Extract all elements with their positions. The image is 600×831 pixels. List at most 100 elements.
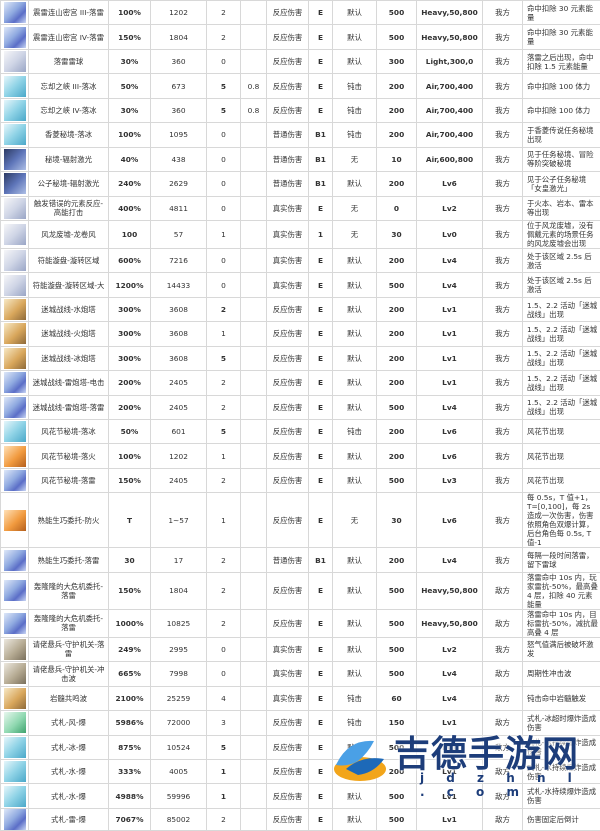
- cell-element-flag: E: [309, 346, 333, 370]
- cell-multiplier: 2100%: [109, 686, 151, 710]
- skill-icon: [4, 550, 26, 571]
- cell-multiplier: 665%: [109, 662, 151, 686]
- cell-strike-type: 钝击: [333, 74, 377, 98]
- cell-element-count: 1: [207, 493, 241, 548]
- cell-name: 风花节秘境-落雷: [29, 468, 109, 492]
- cell-duration: 500: [377, 395, 417, 419]
- table-row: 迷城战线-雷炮塔-落雷200%24052反应伤害E默认500Lv4我方1.5、2…: [1, 395, 600, 419]
- cell-camp: 我方: [483, 548, 523, 572]
- cell-description: 命中扣除 100 体力: [523, 98, 600, 122]
- cell-multiplier: 1200%: [109, 273, 151, 297]
- cell-damage-value: 59996: [151, 784, 207, 808]
- cell-instance: 0.8: [241, 98, 267, 122]
- cell-element-count: 2: [207, 297, 241, 321]
- cell-influence: Lv6: [417, 493, 483, 548]
- cell-instance: [241, 25, 267, 49]
- cell-element-count: 0: [207, 123, 241, 147]
- cell-name: 岩髓共鸣波: [29, 686, 109, 710]
- table-row: 迷城战线-雷炮塔-电击200%24052反应伤害E默认200Lv1我方1.5、2…: [1, 371, 600, 395]
- skill-icon: [4, 51, 26, 72]
- cell-multiplier: 100%: [109, 444, 151, 468]
- cell-description: 怒气值满后被破坏激发: [523, 637, 600, 661]
- cell-duration: 500: [377, 468, 417, 492]
- cell-damage-value: 1095: [151, 123, 207, 147]
- cell-damage-value: 4811: [151, 196, 207, 220]
- cell-duration: 60: [377, 686, 417, 710]
- cell-camp: 我方: [483, 25, 523, 49]
- cell-damage-type: 真实伤害: [267, 248, 309, 272]
- cell-description: 落雷之后出现，命中扣除 1.5 元素能量: [523, 49, 600, 73]
- cell-instance: [241, 1, 267, 25]
- cell-name: 请佬悬兵-守护机关-冲击波: [29, 662, 109, 686]
- table-row: 式札-雷-爆7067%850022反应伤害E默认500Lv1敌方伤害固定后倒计: [1, 808, 600, 830]
- cell-element-count: 2: [207, 609, 241, 637]
- cell-element-count: 2: [207, 572, 241, 609]
- cell-camp: 我方: [483, 395, 523, 419]
- cell-camp: 我方: [483, 172, 523, 196]
- cell-element-count: 2: [207, 808, 241, 830]
- cell-element-count: 4: [207, 686, 241, 710]
- skill-icon: [4, 688, 26, 709]
- cell-element-flag: E: [309, 371, 333, 395]
- cell-multiplier: 50%: [109, 420, 151, 444]
- cell-element-flag: E: [309, 196, 333, 220]
- cell-damage-value: 1804: [151, 572, 207, 609]
- row-icon: [1, 637, 29, 661]
- cell-name: 秘境-辐射激光: [29, 147, 109, 171]
- cell-name: 式札-风-爆: [29, 711, 109, 735]
- skill-icon: [4, 76, 26, 97]
- cell-damage-type: 反应伤害: [267, 420, 309, 444]
- cell-description: 命中扣除 100 体力: [523, 74, 600, 98]
- cell-instance: [241, 273, 267, 297]
- cell-damage-type: 普通伤害: [267, 548, 309, 572]
- cell-influence: Lv4: [417, 248, 483, 272]
- table-row: 落雷雷球30%3600反应伤害E默认300Light,300,0我方落雷之后出现…: [1, 49, 600, 73]
- cell-influence: Lv4: [417, 273, 483, 297]
- cell-element-count: 5: [207, 74, 241, 98]
- cell-damage-type: 反应伤害: [267, 297, 309, 321]
- cell-camp: 我方: [483, 196, 523, 220]
- cell-element-count: 5: [207, 735, 241, 759]
- cell-damage-type: 反应伤害: [267, 784, 309, 808]
- cell-element-flag: E: [309, 808, 333, 830]
- cell-multiplier: 400%: [109, 196, 151, 220]
- cell-multiplier: 875%: [109, 735, 151, 759]
- cell-name: 震雷连山密宫 III-落雷: [29, 1, 109, 25]
- cell-influence: Air,700,400: [417, 74, 483, 98]
- cell-element-flag: E: [309, 297, 333, 321]
- cell-strike-type: 默认: [333, 395, 377, 419]
- cell-damage-value: 7216: [151, 248, 207, 272]
- cell-element-count: 0: [207, 273, 241, 297]
- cell-name: 震雷连山密宫 IV-落雷: [29, 25, 109, 49]
- cell-influence: Air,600,800: [417, 147, 483, 171]
- cell-duration: 200: [377, 297, 417, 321]
- row-icon: [1, 735, 29, 759]
- cell-multiplier: 100: [109, 220, 151, 248]
- cell-element-flag: E: [309, 468, 333, 492]
- cell-damage-value: 10524: [151, 735, 207, 759]
- row-icon: [1, 784, 29, 808]
- cell-influence: Lv1: [417, 711, 483, 735]
- cell-camp: 我方: [483, 98, 523, 122]
- table-body: 震雷连山密宫 III-落雷100%12022反应伤害E默认500Heavy,50…: [1, 1, 600, 831]
- cell-damage-type: 反应伤害: [267, 572, 309, 609]
- cell-influence: Lv1: [417, 735, 483, 759]
- table-row: 符能漩盘-漩转区域600%72160真实伤害E默认200Lv4我方处于该区域 2…: [1, 248, 600, 272]
- cell-damage-type: 反应伤害: [267, 444, 309, 468]
- cell-duration: 150: [377, 711, 417, 735]
- cell-camp: 敌方: [483, 711, 523, 735]
- cell-strike-type: 无: [333, 493, 377, 548]
- cell-damage-value: 85002: [151, 808, 207, 830]
- cell-camp: 我方: [483, 346, 523, 370]
- cell-instance: [241, 808, 267, 830]
- cell-camp: 敌方: [483, 808, 523, 830]
- cell-damage-type: 反应伤害: [267, 735, 309, 759]
- cell-instance: 0.8: [241, 74, 267, 98]
- cell-camp: 我方: [483, 420, 523, 444]
- cell-damage-type: 反应伤害: [267, 98, 309, 122]
- cell-name: 迷城战线-雷炮塔-落雷: [29, 395, 109, 419]
- cell-camp: 我方: [483, 468, 523, 492]
- cell-name: 迷城战线-雷炮塔-电击: [29, 371, 109, 395]
- cell-name: 迷城战线-火炮塔: [29, 322, 109, 346]
- cell-camp: 我方: [483, 147, 523, 171]
